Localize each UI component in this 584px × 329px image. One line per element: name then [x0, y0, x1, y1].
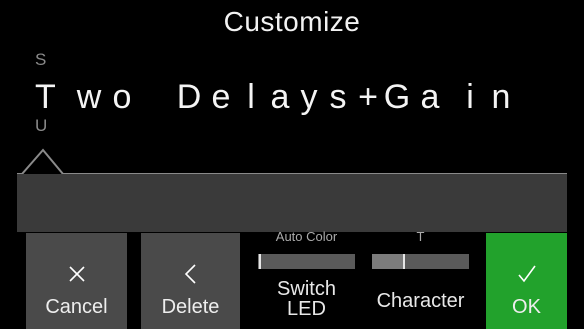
name-char-cursor[interactable]: T — [35, 78, 56, 117]
ok-label: OK — [512, 296, 541, 318]
delete-button[interactable]: Delete — [141, 233, 240, 329]
name-char[interactable]: a — [266, 78, 294, 117]
character-fill — [372, 254, 404, 269]
page-title: Customize — [223, 6, 361, 37]
close-icon — [68, 266, 85, 282]
cursor-pointer-icon — [17, 148, 567, 175]
switch-led-thumb[interactable] — [259, 254, 261, 269]
check-icon — [517, 265, 536, 283]
name-char[interactable]: o — [108, 78, 136, 117]
character-slider[interactable] — [372, 254, 469, 269]
switch-led-slider[interactable] — [258, 254, 355, 269]
char-picker-previous[interactable]: S — [35, 50, 46, 70]
char-picker-next[interactable]: U — [35, 116, 47, 136]
name-char[interactable]: y — [295, 78, 323, 117]
ok-button[interactable]: OK — [486, 233, 567, 329]
controls-bar — [17, 174, 567, 232]
cancel-label: Cancel — [45, 296, 108, 318]
switch-led-header: Auto Color — [275, 229, 338, 244]
name-char[interactable]: s — [324, 78, 352, 117]
name-char[interactable]: i — [456, 78, 484, 117]
switch-led-label: Switch LED — [258, 279, 355, 319]
name-char[interactable]: D — [175, 78, 203, 117]
name-char[interactable]: w — [75, 78, 103, 117]
switch-led-label-text: Switch LED — [277, 278, 336, 320]
character-thumb[interactable] — [403, 254, 405, 269]
character-header: T — [416, 229, 425, 244]
chevron-left-icon — [184, 264, 196, 284]
delete-label: Delete — [161, 296, 220, 318]
name-char[interactable]: n — [487, 78, 515, 117]
character-label: Character — [376, 290, 465, 312]
name-char[interactable]: + — [354, 78, 382, 117]
name-char[interactable]: a — [416, 78, 444, 117]
cancel-button[interactable]: Cancel — [26, 233, 127, 329]
name-char[interactable]: l — [237, 78, 265, 117]
name-char[interactable]: e — [207, 78, 235, 117]
name-char[interactable]: G — [383, 78, 411, 117]
